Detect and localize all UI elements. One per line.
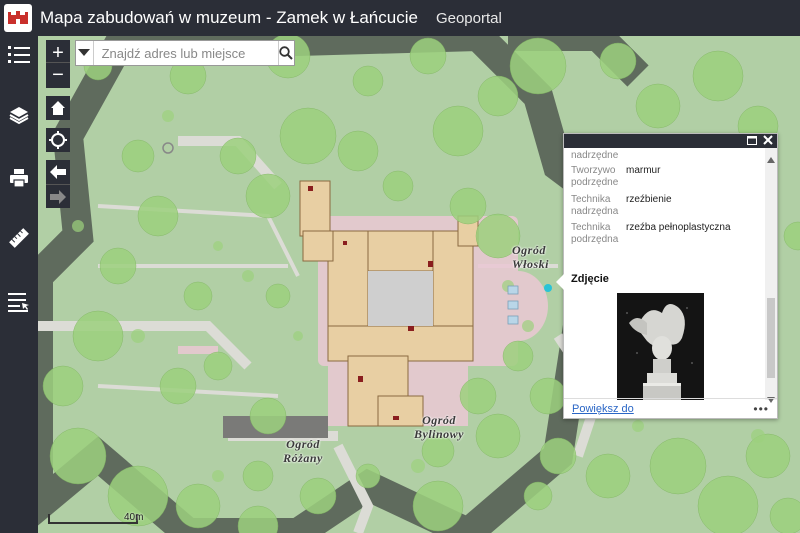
measure-icon[interactable] bbox=[5, 224, 33, 252]
scroll-up-arrow[interactable] bbox=[767, 150, 775, 163]
caret-down-icon bbox=[78, 49, 91, 56]
attr-key: Technika nadrzędna bbox=[571, 194, 619, 217]
attr-value: rzeźbienie bbox=[626, 194, 672, 205]
scale-label: 40m bbox=[124, 512, 144, 523]
label-ogrod-bylinowy: Ogród Bylinowy bbox=[414, 413, 465, 441]
attr-value: rzeźba pełnoplastyczna bbox=[626, 222, 731, 233]
search-icon bbox=[279, 46, 294, 60]
home-button[interactable] bbox=[46, 96, 70, 120]
attr-value: marmur bbox=[626, 165, 661, 176]
scroll-down-arrow[interactable] bbox=[767, 390, 775, 403]
eagle-sculpture-image bbox=[617, 293, 704, 400]
sculpture-photo[interactable] bbox=[617, 293, 704, 400]
maximize-icon bbox=[747, 136, 757, 145]
print-icon[interactable] bbox=[5, 164, 33, 192]
label-ogrod-rozany: Ogród Różany bbox=[283, 437, 323, 465]
scroll-thumb[interactable] bbox=[767, 298, 775, 378]
sidebar bbox=[0, 36, 38, 533]
attr-row: Tworzywo nadrzędne bbox=[571, 148, 761, 162]
search-source-dropdown[interactable] bbox=[76, 41, 94, 65]
popup-pointer bbox=[556, 274, 564, 290]
label-ogrod-wloski: Ogród Włoski bbox=[512, 243, 550, 271]
more-actions-button[interactable]: ••• bbox=[753, 402, 769, 416]
zoom-to-link[interactable]: Powiększ do bbox=[572, 403, 634, 415]
photo-heading: Zdjęcie bbox=[571, 273, 609, 285]
arrow-left-icon bbox=[50, 165, 66, 179]
popup-footer: Powiększ do ••• bbox=[564, 398, 777, 418]
search-button[interactable] bbox=[277, 41, 294, 65]
attr-row: Tworzywo podrzędne marmur bbox=[571, 165, 761, 189]
legend-list-icon[interactable] bbox=[5, 40, 33, 68]
previous-extent-button[interactable] bbox=[46, 160, 70, 184]
attr-key: Tworzywo podrzędne bbox=[571, 165, 619, 188]
search-input[interactable] bbox=[93, 42, 278, 64]
attr-key: Tworzywo nadrzędne bbox=[571, 148, 619, 161]
info-popup: Tworzywo nadrzędne Tworzywo podrzędne ma… bbox=[556, 133, 778, 419]
popup-header bbox=[564, 134, 777, 148]
select-icon[interactable] bbox=[5, 288, 33, 316]
popup-scrollbar[interactable] bbox=[765, 148, 777, 403]
close-icon bbox=[763, 135, 773, 145]
zoom-out-button[interactable]: − bbox=[46, 62, 70, 88]
home-icon bbox=[51, 101, 65, 115]
attr-row: Technika podrzędna rzeźba pełnoplastyczn… bbox=[571, 222, 761, 246]
next-extent-button[interactable] bbox=[46, 184, 70, 208]
attr-value bbox=[626, 148, 761, 162]
map-view[interactable]: Ogród Włoski Ogród Bylinowy Ogród Różany… bbox=[38, 36, 800, 533]
arrow-right-icon bbox=[50, 189, 66, 204]
app-title: Mapa zabudowań w muzeum - Zamek w Łańcuc… bbox=[40, 8, 418, 27]
app-header: Mapa zabudowań w muzeum - Zamek w Łańcuc… bbox=[0, 0, 800, 36]
locate-icon bbox=[49, 131, 67, 149]
attr-row: Technika nadrzędna rzeźbienie bbox=[571, 194, 761, 218]
castle-logo bbox=[4, 4, 32, 32]
popup-content[interactable]: Tworzywo nadrzędne Tworzywo podrzędne ma… bbox=[564, 148, 766, 400]
layers-icon[interactable] bbox=[5, 101, 33, 129]
attr-key: Technika podrzędna bbox=[571, 222, 619, 245]
search-box bbox=[75, 40, 295, 66]
locate-button[interactable] bbox=[46, 128, 70, 152]
app-subtitle[interactable]: Geoportal bbox=[436, 10, 502, 27]
